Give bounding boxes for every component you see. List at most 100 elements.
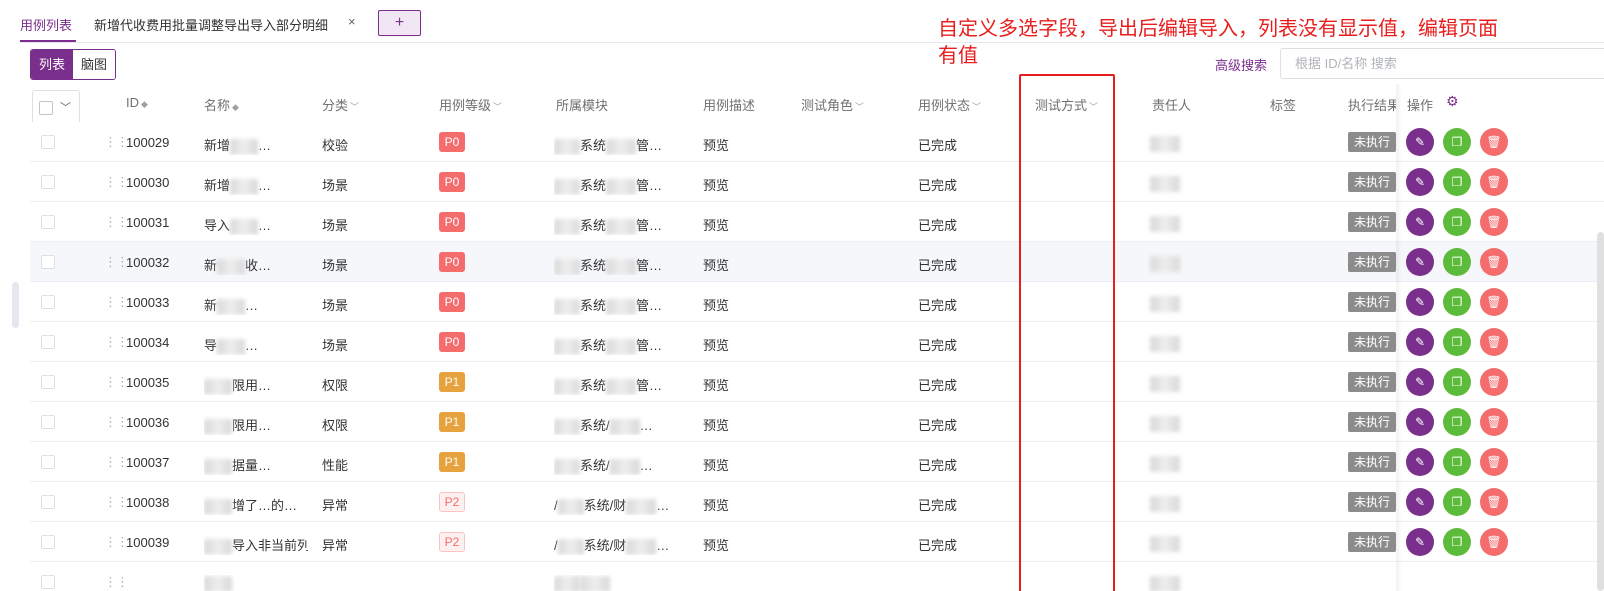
drag-handle-icon[interactable]: ⋮⋮ (104, 494, 129, 510)
preview-link[interactable]: 预览 (703, 495, 729, 514)
copy-icon[interactable]: ❐ (1443, 288, 1471, 316)
copy-icon[interactable]: ❐ (1443, 328, 1471, 356)
row-name[interactable]: 新增… (204, 175, 308, 195)
copy-icon[interactable]: ❐ (1443, 168, 1471, 196)
preview-link[interactable]: 预览 (703, 535, 729, 554)
select-all-checkbox[interactable] (39, 101, 53, 115)
copy-icon[interactable]: ❐ (1443, 448, 1471, 476)
table-row[interactable]: ⋮⋮ 100037 据量… 性能 P1 系统/… 预览 已完成 未执行 ✎ ❐ … (30, 442, 1604, 482)
table-row[interactable]: ⋮⋮ (30, 562, 1604, 591)
table-row[interactable]: ⋮⋮ 100030 新增… 场景 P0 系统 管… 预览 已完成 未执行 ✎ ❐ … (30, 162, 1604, 202)
advanced-search-link[interactable]: 高级搜索 (1215, 55, 1267, 74)
trash-icon[interactable]: 🗑 (1480, 128, 1508, 156)
row-name[interactable]: 增了…的… (204, 495, 308, 515)
row-name[interactable]: 导入非当前列… (204, 535, 308, 555)
row-name[interactable]: 导入… (204, 215, 308, 235)
chevron-down-icon[interactable]: ﹀ (1089, 102, 1098, 112)
drag-handle-icon[interactable]: ⋮⋮ (104, 534, 129, 550)
copy-icon[interactable]: ❐ (1443, 208, 1471, 236)
row-checkbox[interactable] (41, 335, 55, 349)
row-name[interactable]: 限用… (204, 415, 308, 435)
table-row[interactable]: ⋮⋮ 100035 限用… 权限 P1 系统 管… 预览 已完成 未执行 ✎ ❐ … (30, 362, 1604, 402)
trash-icon[interactable]: 🗑 (1480, 528, 1508, 556)
vertical-scrollbar[interactable] (1597, 232, 1604, 591)
pencil-icon[interactable]: ✎ (1406, 128, 1434, 156)
pencil-icon[interactable]: ✎ (1406, 328, 1434, 356)
column-header-name[interactable]: 名称 ◆ (204, 95, 239, 114)
search-input[interactable] (1280, 48, 1604, 79)
preview-link[interactable]: 预览 (703, 375, 729, 394)
row-checkbox[interactable] (41, 455, 55, 469)
copy-icon[interactable]: ❐ (1443, 528, 1471, 556)
drag-handle-icon[interactable]: ⋮⋮ (104, 574, 129, 590)
trash-icon[interactable]: 🗑 (1480, 248, 1508, 276)
trash-icon[interactable]: 🗑 (1480, 368, 1508, 396)
pencil-icon[interactable]: ✎ (1406, 168, 1434, 196)
table-row[interactable]: ⋮⋮ 100031 导入… 场景 P0 系统 管… 预览 已完成 未执行 ✎ ❐ … (30, 202, 1604, 242)
pencil-icon[interactable]: ✎ (1406, 408, 1434, 436)
trash-icon[interactable]: 🗑 (1480, 488, 1508, 516)
preview-link[interactable]: 预览 (703, 175, 729, 194)
chevron-down-icon[interactable]: ﹀ (350, 102, 359, 112)
list-view-button[interactable]: 列表 (31, 50, 74, 79)
add-tab-button[interactable]: + (378, 10, 421, 36)
pencil-icon[interactable]: ✎ (1406, 448, 1434, 476)
drag-handle-icon[interactable]: ⋮⋮ (104, 254, 129, 270)
row-checkbox[interactable] (41, 535, 55, 549)
chevron-down-icon[interactable]: ﹀ (493, 102, 502, 112)
drag-handle-icon[interactable]: ⋮⋮ (104, 374, 129, 390)
preview-link[interactable]: 预览 (703, 295, 729, 314)
row-checkbox[interactable] (41, 375, 55, 389)
column-header-status[interactable]: 用例状态 ﹀ (918, 95, 981, 114)
tab-case-detail[interactable]: 新增代收费用批量调整导出导入部分明细 (94, 15, 328, 34)
drag-handle-icon[interactable]: ⋮⋮ (104, 414, 129, 430)
sort-icon[interactable]: ◆ (141, 99, 148, 109)
column-header-role[interactable]: 测试角色 ﹀ (801, 95, 864, 114)
table-row[interactable]: ⋮⋮ 100036 限用… 权限 P1 系统/… 预览 已完成 未执行 ✎ ❐ … (30, 402, 1604, 442)
row-checkbox[interactable] (41, 215, 55, 229)
drag-handle-icon[interactable]: ⋮⋮ (104, 174, 129, 190)
copy-icon[interactable]: ❐ (1443, 368, 1471, 396)
chevron-down-icon[interactable]: ﹀ (972, 102, 981, 112)
gear-icon[interactable]: ⚙ (1446, 93, 1459, 110)
copy-icon[interactable]: ❐ (1443, 488, 1471, 516)
tab-case-list[interactable]: 用例列表 (20, 15, 72, 34)
pencil-icon[interactable]: ✎ (1406, 488, 1434, 516)
column-header-method[interactable]: 测试方式 ﹀ (1035, 95, 1098, 114)
column-header-id[interactable]: ID ◆ (126, 95, 148, 110)
drag-handle-icon[interactable]: ⋮⋮ (104, 214, 129, 230)
row-checkbox[interactable] (41, 415, 55, 429)
mindmap-view-button[interactable]: 脑图 (73, 50, 116, 79)
trash-icon[interactable]: 🗑 (1480, 208, 1508, 236)
column-header-level[interactable]: 用例等级 ﹀ (439, 95, 502, 114)
sidebar-collapse-handle[interactable] (12, 282, 19, 328)
row-name[interactable]: 限用… (204, 375, 308, 395)
row-checkbox[interactable] (41, 255, 55, 269)
preview-link[interactable]: 预览 (703, 335, 729, 354)
preview-link[interactable]: 预览 (703, 215, 729, 234)
trash-icon[interactable]: 🗑 (1480, 328, 1508, 356)
row-name[interactable]: 新收… (204, 255, 308, 275)
pencil-icon[interactable]: ✎ (1406, 248, 1434, 276)
copy-icon[interactable]: ❐ (1443, 408, 1471, 436)
row-checkbox[interactable] (41, 575, 55, 589)
pencil-icon[interactable]: ✎ (1406, 368, 1434, 396)
close-icon[interactable]: × (348, 14, 356, 29)
table-row[interactable]: ⋮⋮ 100039 导入非当前列… 异常 P2 /系统/财… 预览 已完成 未执… (30, 522, 1604, 562)
select-all-dropdown[interactable]: ﹀ (32, 90, 80, 124)
pencil-icon[interactable]: ✎ (1406, 288, 1434, 316)
row-checkbox[interactable] (41, 135, 55, 149)
drag-handle-icon[interactable]: ⋮⋮ (104, 454, 129, 470)
drag-handle-icon[interactable]: ⋮⋮ (104, 294, 129, 310)
row-checkbox[interactable] (41, 175, 55, 189)
preview-link[interactable]: 预览 (703, 135, 729, 154)
preview-link[interactable]: 预览 (703, 455, 729, 474)
copy-icon[interactable]: ❐ (1443, 128, 1471, 156)
chevron-down-icon[interactable]: ﹀ (855, 102, 864, 112)
row-checkbox[interactable] (41, 295, 55, 309)
row-name[interactable]: 据量… (204, 455, 308, 475)
pencil-icon[interactable]: ✎ (1406, 208, 1434, 236)
trash-icon[interactable]: 🗑 (1480, 448, 1508, 476)
column-header-category[interactable]: 分类 ﹀ (322, 95, 359, 114)
row-name[interactable]: 新增… (204, 135, 308, 155)
